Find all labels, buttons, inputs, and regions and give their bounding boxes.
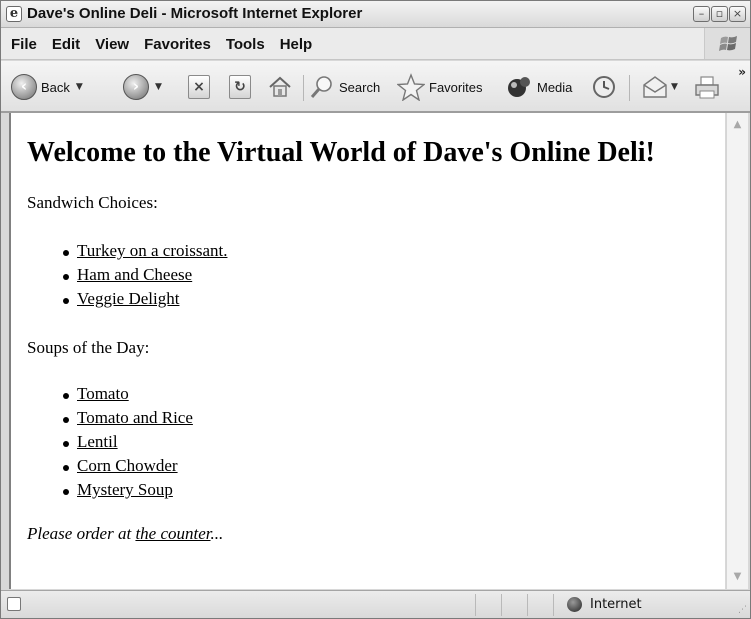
list-item: Ham and Cheese: [62, 263, 227, 287]
status-panes: [475, 594, 563, 616]
favorites-label: Favorites: [429, 79, 483, 95]
back-button[interactable]: ‹ Back ▼: [11, 73, 83, 101]
media-button[interactable]: Media: [505, 73, 572, 101]
list-item: Mystery Soup: [63, 478, 193, 502]
history-icon: [593, 76, 615, 98]
favorites-button[interactable]: Favorites: [397, 73, 482, 101]
search-icon: [310, 76, 332, 98]
menu-favorites[interactable]: Favorites: [144, 36, 220, 53]
scroll-up-arrow-icon[interactable]: ▲: [729, 116, 746, 134]
security-zone: Internet: [567, 597, 642, 612]
status-bar: Internet ⋰: [1, 590, 750, 618]
refresh-icon: ↻: [229, 75, 251, 99]
order-prefix: Please order at: [27, 524, 136, 543]
forward-dropdown-icon[interactable]: ▼: [155, 82, 162, 92]
stop-button[interactable]: ×: [188, 73, 210, 101]
menu-tools[interactable]: Tools: [226, 36, 274, 53]
window-controls: – ▫ ×: [693, 6, 746, 22]
search-button[interactable]: Search: [309, 73, 380, 101]
back-arrow-icon: ‹: [11, 74, 37, 100]
sandwich-link[interactable]: Ham and Cheese: [77, 265, 192, 284]
list-item: Turkey on a croissant.: [62, 239, 227, 263]
history-button[interactable]: [591, 73, 617, 101]
sandwich-choices-label: Sandwich Choices:: [27, 193, 158, 212]
resize-grip-icon[interactable]: ⋰: [738, 605, 747, 615]
home-icon: [269, 76, 291, 97]
title-bar: e Dave's Online Deli - Microsoft Interne…: [1, 1, 750, 28]
mail-dropdown-icon[interactable]: ▼: [671, 82, 678, 92]
search-label: Search: [339, 79, 381, 95]
stop-icon: ×: [188, 75, 210, 99]
standard-toolbar: ‹ Back ▼ › ▼ × ↻ Search Favorites Media …: [1, 61, 750, 113]
order-instruction: Please order at the counter...: [27, 524, 223, 544]
scroll-down-arrow-icon[interactable]: ▼: [729, 568, 746, 586]
media-icon: [508, 77, 530, 97]
soup-link[interactable]: Corn Chowder: [77, 456, 178, 475]
globe-icon: [567, 597, 582, 612]
soup-link[interactable]: Tomato and Rice: [77, 408, 193, 427]
status-pane: [475, 594, 501, 616]
vertical-scrollbar[interactable]: ▲ ▼: [726, 113, 748, 589]
sandwich-link[interactable]: Turkey on a croissant.: [77, 241, 227, 260]
toolbar-overflow-chevron[interactable]: »: [738, 65, 746, 79]
mail-icon: [643, 76, 667, 98]
page-status-icon: [7, 597, 21, 611]
list-item: Tomato and Rice: [63, 406, 193, 430]
print-icon: [695, 76, 719, 99]
soup-link[interactable]: Tomato: [77, 384, 129, 403]
list-item: Veggie Delight: [62, 287, 227, 311]
counter-link[interactable]: the counter: [135, 524, 210, 543]
soups-of-the-day-label: Soups of the Day:: [27, 338, 150, 357]
menu-view[interactable]: View: [95, 36, 138, 53]
zone-label: Internet: [590, 597, 642, 612]
refresh-button[interactable]: ↻: [229, 73, 251, 101]
soup-link[interactable]: Mystery Soup: [77, 480, 173, 499]
list-item: Tomato: [63, 382, 193, 406]
maximize-button[interactable]: ▫: [711, 6, 728, 22]
status-pane: [501, 594, 527, 616]
windows-logo-icon: [704, 28, 750, 59]
back-dropdown-icon[interactable]: ▼: [76, 82, 83, 92]
toolbar-separator: [629, 75, 630, 101]
sandwich-list: Turkey on a croissant. Ham and Cheese Ve…: [62, 239, 227, 311]
print-button[interactable]: [693, 73, 721, 101]
mail-button[interactable]: ▼: [641, 73, 678, 101]
forward-button[interactable]: › ▼: [123, 73, 162, 101]
browser-window: e Dave's Online Deli - Microsoft Interne…: [0, 0, 751, 619]
status-pane: [527, 594, 553, 616]
menu-file[interactable]: File: [11, 36, 46, 53]
ie-page-icon: e: [6, 6, 22, 22]
soup-link[interactable]: Lentil: [77, 432, 118, 451]
list-item: Lentil: [63, 430, 193, 454]
menu-edit[interactable]: Edit: [52, 36, 89, 53]
page-content: Welcome to the Virtual World of Dave's O…: [9, 113, 725, 589]
window-title: Dave's Online Deli - Microsoft Internet …: [27, 5, 363, 22]
menu-bar: File Edit View Favorites Tools Help: [1, 28, 750, 60]
soup-list: Tomato Tomato and Rice Lentil Corn Chowd…: [63, 382, 193, 502]
home-button[interactable]: [267, 73, 293, 101]
sandwich-link[interactable]: Veggie Delight: [77, 289, 179, 308]
menu-help[interactable]: Help: [280, 36, 322, 53]
close-button[interactable]: ×: [729, 6, 746, 22]
page-heading: Welcome to the Virtual World of Dave's O…: [27, 137, 655, 168]
status-pane: [553, 594, 563, 616]
toolbar-separator: [303, 75, 304, 101]
order-suffix: ...: [210, 524, 224, 543]
media-label: Media: [537, 79, 573, 95]
favorites-star-icon: [397, 73, 425, 101]
minimize-button[interactable]: –: [693, 6, 710, 22]
forward-arrow-icon: ›: [123, 74, 149, 100]
back-label: Back: [41, 79, 70, 95]
list-item: Corn Chowder: [63, 454, 193, 478]
